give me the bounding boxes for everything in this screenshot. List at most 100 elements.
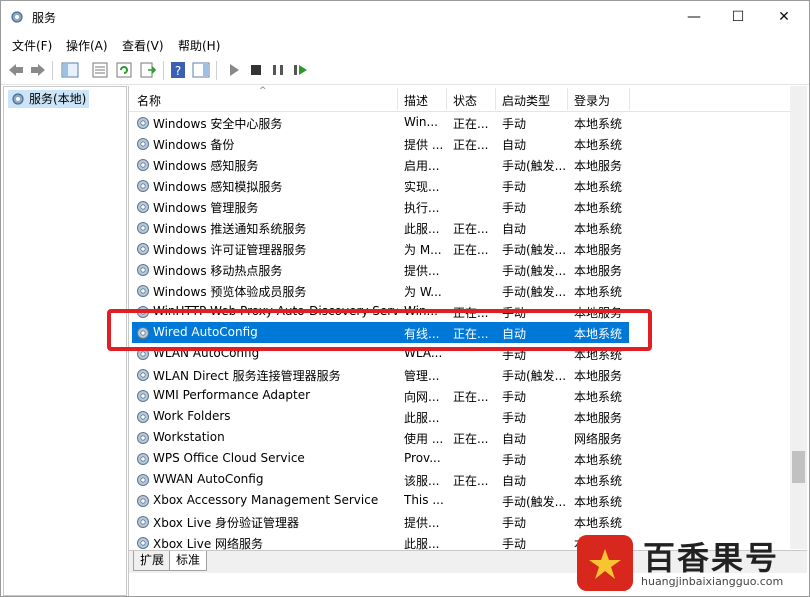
column-divider[interactable] — [397, 88, 398, 110]
back-arrow-icon[interactable] — [7, 61, 25, 79]
service-status: 正在... — [453, 432, 489, 446]
service-log-on-as: 本地系统 — [574, 180, 623, 194]
service-description: 为 W... — [404, 285, 442, 299]
toolbar-separator — [163, 61, 164, 80]
service-gear-icon — [137, 516, 149, 528]
service-startup-type: 手动(触发... — [502, 243, 567, 257]
service-startup-type: 手动 — [502, 453, 527, 467]
service-log-on-as: 本地系统 — [574, 222, 623, 236]
service-log-on-as: 本地服务 — [574, 369, 623, 383]
service-status: 正在... — [453, 474, 489, 488]
service-status: 正在... — [453, 138, 489, 152]
service-row[interactable]: Work Folders 此服... 手动 本地服务 — [129, 406, 789, 427]
service-log-on-as: 本地系统 — [574, 390, 623, 404]
service-row[interactable]: Windows 推送通知系统服务 此服... 正在... 自动 本地系统 — [129, 217, 789, 238]
service-name: Workstation — [153, 430, 225, 444]
service-description: Win... — [404, 115, 438, 129]
service-status: 正在... — [453, 117, 489, 131]
service-row[interactable]: Windows 备份 提供 ... 正在... 自动 本地系统 — [129, 133, 789, 154]
service-description: 管理... — [404, 369, 440, 383]
service-log-on-as: 本地服务 — [574, 264, 623, 278]
menu-file[interactable]: 文件(F) — [12, 37, 52, 54]
watermark-url: huangjinbaixiangguo.com — [641, 575, 784, 588]
service-startup-type: 手动(触发... — [502, 159, 567, 173]
stop-service-icon[interactable] — [247, 61, 265, 79]
service-name: WPS Office Cloud Service — [153, 451, 305, 465]
console-tree-icon[interactable] — [61, 61, 79, 79]
scrollbar-thumb[interactable] — [792, 451, 805, 483]
service-row[interactable]: WPS Office Cloud Service Prov... 手动 本地系统 — [129, 448, 789, 469]
minimize-button[interactable]: — — [671, 1, 717, 33]
service-description: 使用 ... — [404, 432, 444, 446]
service-row[interactable]: Windows 移动热点服务 提供... 手动(触发... 本地服务 — [129, 259, 789, 280]
column-divider[interactable] — [567, 88, 568, 110]
tree-item-services-local[interactable]: 服务(本地) — [8, 90, 90, 108]
restart-service-icon[interactable] — [291, 61, 309, 79]
properties-icon[interactable] — [91, 61, 109, 79]
maximize-button[interactable]: ☐ — [715, 1, 761, 33]
service-row[interactable]: Windows 感知模拟服务 实现... 手动 本地系统 — [129, 175, 789, 196]
refresh-icon[interactable] — [115, 61, 133, 79]
service-gear-icon — [137, 222, 149, 234]
service-log-on-as: 本地服务 — [574, 411, 623, 425]
service-startup-type: 手动(触发... — [502, 264, 567, 278]
vertical-scrollbar[interactable] — [790, 86, 807, 549]
menu-view[interactable]: 查看(V) — [122, 37, 164, 54]
export-list-icon[interactable] — [139, 61, 157, 79]
service-name: Windows 移动热点服务 — [153, 264, 283, 278]
tab-standard[interactable]: 标准 — [169, 551, 208, 571]
service-startup-type: 自动 — [502, 474, 527, 488]
column-header-description[interactable]: 描述 — [404, 92, 428, 109]
service-gear-icon — [137, 264, 149, 276]
service-startup-type: 手动(触发... — [502, 285, 567, 299]
column-divider[interactable] — [446, 88, 447, 110]
menu-action[interactable]: 操作(A) — [66, 37, 108, 54]
column-divider[interactable] — [629, 88, 630, 110]
service-row[interactable]: Windows 管理服务 执行... 手动 本地系统 — [129, 196, 789, 217]
service-startup-type: 手动 — [502, 117, 527, 131]
service-description: Prov... — [404, 451, 441, 465]
service-row[interactable]: WLAN Direct 服务连接管理器服务 管理... 手动(触发... 本地服务 — [129, 364, 789, 385]
pause-service-icon[interactable] — [269, 61, 287, 79]
service-row[interactable]: WMI Performance Adapter 向网... 正在... 手动 本地系统 — [129, 385, 789, 406]
show-hide-action-pane-icon[interactable] — [192, 61, 210, 79]
service-description: 此服... — [404, 411, 440, 425]
service-row[interactable]: Windows 预览体验成员服务 为 W... 手动(触发... 本地系统 — [129, 280, 789, 301]
toolbar: ? — [1, 57, 809, 85]
service-row[interactable]: Windows 安全中心服务 Win... 正在... 手动 本地系统 — [129, 112, 789, 133]
service-startup-type: 自动 — [502, 222, 527, 236]
service-name: WLAN Direct 服务连接管理器服务 — [153, 369, 341, 383]
start-service-icon[interactable] — [225, 61, 243, 79]
service-startup-type: 手动 — [502, 411, 527, 425]
service-gear-icon — [137, 159, 149, 171]
close-button[interactable]: ✕ — [761, 1, 807, 33]
column-header-log-on-as[interactable]: 登录为 — [574, 92, 610, 109]
service-log-on-as: 本地服务 — [574, 243, 623, 257]
service-startup-type: 手动 — [502, 516, 527, 530]
service-row[interactable]: Xbox Accessory Management Service This ..… — [129, 490, 789, 511]
help-icon[interactable]: ? — [169, 61, 187, 79]
service-name: Windows 预览体验成员服务 — [153, 285, 307, 299]
service-description: 提供 ... — [404, 138, 444, 152]
tree-item-label: 服务(本地) — [29, 92, 87, 106]
sort-ascending-icon: ^ — [259, 86, 267, 96]
service-startup-type: 手动 — [502, 201, 527, 215]
service-startup-type: 手动(触发... — [502, 495, 567, 509]
column-header-status[interactable]: 状态 — [453, 92, 477, 109]
tab-extended[interactable]: 扩展 — [133, 551, 172, 571]
service-name: Windows 安全中心服务 — [153, 117, 283, 131]
service-row[interactable]: Windows 感知服务 启用... 手动(触发... 本地服务 — [129, 154, 789, 175]
toolbar-separator — [216, 61, 217, 80]
service-name: Windows 感知模拟服务 — [153, 180, 283, 194]
service-row[interactable]: WWAN AutoConfig 该服... 正在... 自动 本地系统 — [129, 469, 789, 490]
column-divider[interactable] — [495, 88, 496, 110]
menu-help[interactable]: 帮助(H) — [178, 37, 220, 54]
service-log-on-as: 本地系统 — [574, 201, 623, 215]
service-row[interactable]: Workstation 使用 ... 正在... 自动 网络服务 — [129, 427, 789, 448]
column-header-startup-type[interactable]: 启动类型 — [502, 92, 550, 109]
service-row[interactable]: Windows 许可证管理器服务 为 M... 正在... 手动(触发... 本地服务 — [129, 238, 789, 259]
service-name: WMI Performance Adapter — [153, 388, 311, 402]
column-header-name[interactable]: 名称 — [137, 92, 161, 109]
forward-arrow-icon[interactable] — [29, 61, 47, 79]
service-description: This ... — [404, 493, 444, 507]
